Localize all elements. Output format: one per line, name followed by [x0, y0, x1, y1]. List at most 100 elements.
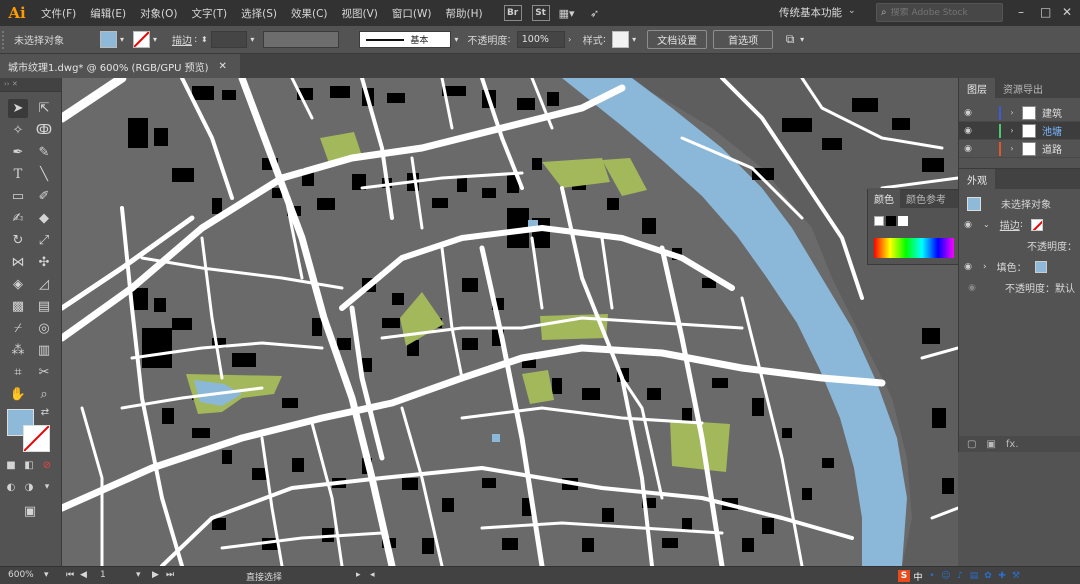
chevron-down-icon[interactable]: ▾	[629, 31, 639, 48]
menu-object[interactable]: 对象(O)	[133, 6, 184, 21]
shaper-tool-icon[interactable]: ✍	[8, 209, 28, 228]
tab-appearance[interactable]: 外观	[959, 169, 995, 189]
width-tool-icon[interactable]: ⋈	[8, 253, 28, 272]
chevron-down-icon[interactable]: ▾	[40, 480, 54, 494]
layer-name[interactable]: 道路	[1042, 141, 1062, 156]
opacity-default-label[interactable]: 不透明度：默认	[1005, 280, 1075, 295]
layer-name[interactable]: 池塘	[1042, 123, 1062, 138]
stroke-label[interactable]: 描边	[172, 32, 192, 47]
eye-icon[interactable]: ◉	[959, 108, 977, 118]
opacity-label[interactable]: 不透明度	[1027, 238, 1067, 253]
document-setup-button[interactable]: 文档设置	[647, 30, 708, 49]
scale-tool-icon[interactable]: ⤢	[34, 231, 54, 250]
stroke-color-swatch[interactable]	[23, 425, 50, 452]
chevron-right-icon[interactable]: ›	[565, 31, 575, 48]
ime-emoji-icon[interactable]: ☺	[940, 570, 952, 582]
draw-behind-icon[interactable]: ◑	[22, 480, 36, 494]
minimize-icon[interactable]: –	[1018, 5, 1024, 19]
rectangle-tool-icon[interactable]: ▭	[8, 187, 28, 206]
previous-artboard-icon[interactable]: ◀	[80, 570, 87, 580]
ime-settings-icon[interactable]: ⚒	[1010, 570, 1022, 582]
preferences-button[interactable]: 首选项	[713, 30, 774, 49]
arrange-documents-icon[interactable]: ▦▾	[556, 4, 578, 22]
puppet-warp-tool-icon[interactable]: ✣	[34, 253, 54, 272]
ime-tools-icon[interactable]: ✚	[996, 570, 1008, 582]
chevron-down-icon[interactable]: ▾	[797, 31, 807, 48]
eye-icon[interactable]: ◉	[963, 283, 981, 293]
menu-select[interactable]: 选择(S)	[234, 6, 284, 21]
slice-tool-icon[interactable]: ✂	[34, 363, 54, 382]
tab-color-guide[interactable]: 颜色参考	[900, 188, 952, 208]
stroke-label[interactable]: 描边	[1000, 217, 1020, 232]
symbol-sprayer-tool-icon[interactable]: ⁂	[8, 341, 28, 360]
add-stroke-icon[interactable]: ▢	[967, 439, 976, 450]
fill-swatch[interactable]	[1034, 260, 1047, 273]
chevron-right-icon[interactable]: ›	[983, 262, 987, 272]
chevron-down-icon[interactable]: ▾	[136, 570, 141, 580]
graphic-style-swatch[interactable]	[612, 31, 630, 48]
chevron-down-icon[interactable]: ⌄	[983, 220, 990, 229]
chevron-right-icon[interactable]: ›	[1006, 108, 1018, 117]
rotate-tool-icon[interactable]: ↻	[8, 231, 28, 250]
stroke-stepper-icon[interactable]: ⬍	[199, 31, 209, 48]
close-icon[interactable]: ✕	[219, 61, 227, 72]
chevron-right-icon[interactable]: ›	[1006, 144, 1018, 153]
eye-icon[interactable]: ◉	[959, 144, 977, 154]
menu-edit[interactable]: 编辑(E)	[83, 6, 133, 21]
stock-button[interactable]: St	[531, 5, 550, 21]
draw-normal-icon[interactable]: ◐	[4, 480, 18, 494]
chevron-down-icon[interactable]: ▾	[247, 31, 257, 48]
white-swatch[interactable]	[898, 216, 908, 226]
swap-fill-stroke-icon[interactable]: ⇄	[38, 405, 52, 419]
chevron-right-icon[interactable]: ›	[1006, 126, 1018, 135]
bridge-button[interactable]: Br	[503, 5, 522, 21]
appearance-fill-row[interactable]: ◉ › 填色 ：	[959, 256, 1080, 277]
menu-view[interactable]: 视图(V)	[335, 6, 385, 21]
color-spectrum[interactable]	[874, 238, 954, 258]
layer-row-buildings[interactable]: ◉ › 建筑	[959, 104, 1080, 122]
appearance-stroke-opacity-row[interactable]: 不透明度：	[959, 235, 1080, 256]
tools-panel-header[interactable]: ›› ✕	[0, 78, 61, 92]
chevron-down-icon[interactable]: ⌄	[848, 6, 856, 16]
last-artboard-icon[interactable]: ⏭	[166, 570, 174, 580]
magic-wand-tool-icon[interactable]: ✧	[8, 121, 28, 140]
chevron-down-icon[interactable]: ▾	[44, 570, 49, 580]
eyedropper-tool-icon[interactable]: ⌿	[8, 319, 28, 338]
fill-swatch[interactable]	[100, 31, 117, 48]
gradient-mode-icon[interactable]: ◧	[22, 458, 36, 472]
eye-icon[interactable]: ◉	[959, 220, 977, 230]
ime-voice-icon[interactable]: ♪	[954, 570, 966, 582]
menu-help[interactable]: 帮助(H)	[439, 6, 490, 21]
menu-type[interactable]: 文字(T)	[185, 6, 235, 21]
chevron-right-icon[interactable]: ▸	[356, 570, 361, 580]
line-tool-icon[interactable]: ╲	[34, 165, 54, 184]
artboard-number[interactable]: 1	[100, 570, 106, 580]
first-artboard-icon[interactable]: ⏮	[66, 570, 74, 580]
chevron-down-icon[interactable]: ▾	[150, 31, 160, 48]
eye-icon[interactable]: ◉	[959, 262, 977, 272]
blend-tool-icon[interactable]: ◎	[34, 319, 54, 338]
tab-color[interactable]: 颜色	[868, 188, 900, 208]
menu-window[interactable]: 窗口(W)	[385, 6, 439, 21]
stroke-swatch[interactable]	[1031, 218, 1044, 231]
close-icon[interactable]: ✕	[1062, 5, 1072, 19]
curvature-tool-icon[interactable]: ✎	[34, 143, 54, 162]
eye-icon[interactable]: ◉	[959, 126, 977, 136]
ime-logo-icon[interactable]: S	[898, 570, 910, 582]
stock-search[interactable]: ⌕	[876, 3, 1003, 22]
opacity-field[interactable]: 100%	[516, 31, 565, 48]
document-tab[interactable]: 城市纹理1.dwg* @ 600% (RGB/GPU 预览) ✕	[0, 54, 240, 78]
artboard-canvas[interactable]	[62, 78, 958, 566]
maximize-icon[interactable]: □	[1040, 5, 1051, 19]
gpu-performance-icon[interactable]: ➶	[584, 4, 606, 22]
pen-tool-icon[interactable]: ✒	[8, 143, 28, 162]
ime-skin-icon[interactable]: ✿	[982, 570, 994, 582]
fill-label[interactable]: 填色	[997, 259, 1017, 274]
next-artboard-icon[interactable]: ▶	[152, 570, 159, 580]
workspace-switcher[interactable]: 传统基本功能	[779, 5, 842, 20]
brush-definition[interactable]: 基本	[359, 31, 452, 48]
selection-tool-icon[interactable]: ➤	[8, 99, 28, 118]
none-mode-icon[interactable]: ⊘	[40, 458, 54, 472]
paintbrush-tool-icon[interactable]: ✐	[34, 187, 54, 206]
menu-file[interactable]: 文件(F)	[34, 6, 83, 21]
